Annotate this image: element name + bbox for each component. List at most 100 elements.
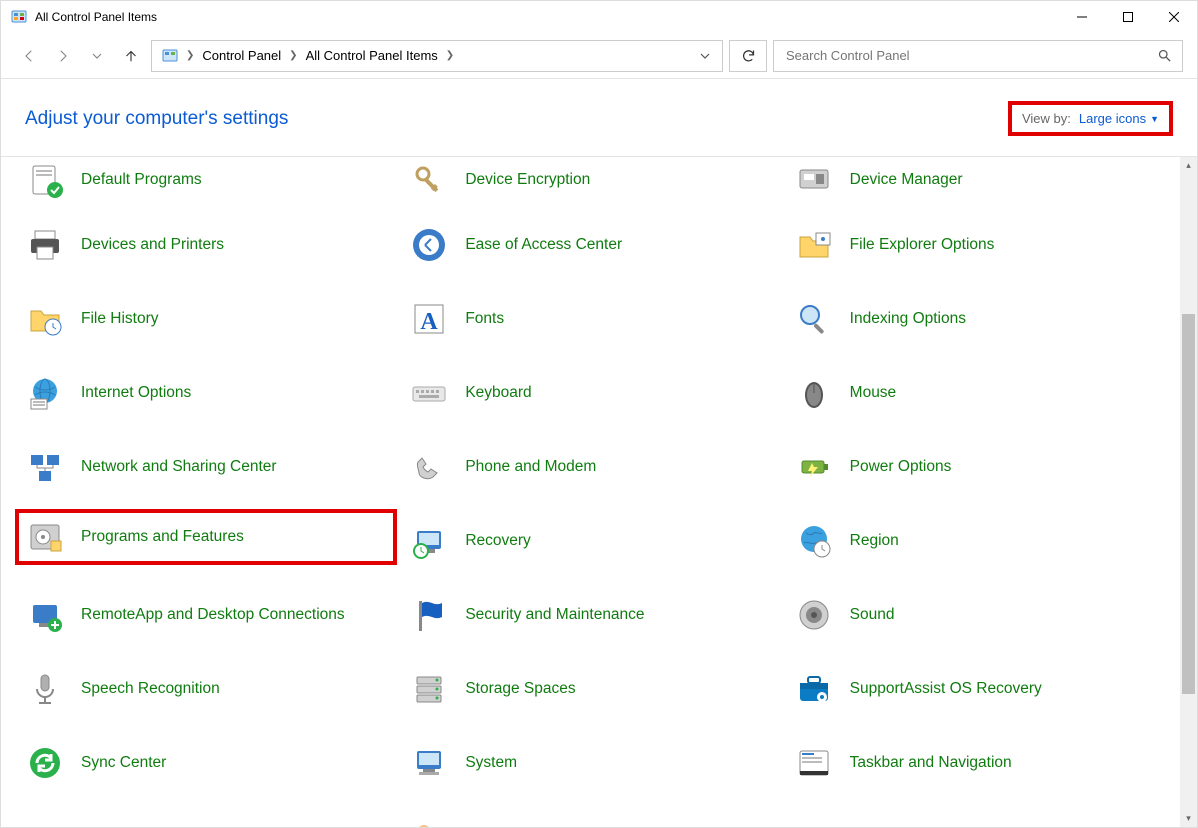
cp-item-label: System	[465, 753, 517, 772]
cp-item-ease-of-access[interactable]: Ease of Access Center	[403, 217, 777, 273]
cp-item-system[interactable]: System	[403, 735, 777, 791]
cp-item-label: Device Encryption	[465, 170, 590, 189]
recent-dropdown[interactable]	[83, 42, 111, 70]
scroll-down-button[interactable]: ▾	[1180, 810, 1197, 827]
close-button[interactable]	[1151, 2, 1197, 32]
cp-item-region[interactable]: Region	[788, 513, 1162, 569]
search-input[interactable]	[784, 47, 1157, 64]
cp-item-default-programs[interactable]: Default Programs	[19, 161, 393, 199]
cp-item-label: Ease of Access Center	[465, 235, 622, 254]
cp-item-taskbar-navigation[interactable]: Taskbar and Navigation	[788, 735, 1162, 791]
toolbar: ❯ Control Panel ❯ All Control Panel Item…	[1, 33, 1197, 79]
cp-item-label: File Explorer Options	[850, 235, 995, 254]
cp-item-remoteapp[interactable]: RemoteApp and Desktop Connections	[19, 587, 393, 643]
cp-item-label: Devices and Printers	[81, 235, 224, 254]
cp-item-programs-and-features[interactable]: Programs and Features	[15, 509, 397, 565]
cp-item-windows-defender-firewall[interactable]: Windows Defender Firewall	[788, 809, 1162, 827]
cp-item-fonts[interactable]: Fonts	[403, 291, 777, 347]
cp-item-keyboard[interactable]: Keyboard	[403, 365, 777, 421]
breadcrumb-label: All Control Panel Items	[306, 48, 438, 63]
remote-icon	[23, 593, 67, 637]
cp-item-file-history[interactable]: File History	[19, 291, 393, 347]
cp-item-security-maintenance[interactable]: Security and Maintenance	[403, 587, 777, 643]
breadcrumb-label: Control Panel	[202, 48, 281, 63]
breadcrumb-0[interactable]: Control Panel	[198, 42, 285, 70]
cp-item-recovery[interactable]: Recovery	[403, 513, 777, 569]
cp-item-device-encryption[interactable]: Device Encryption	[403, 161, 777, 199]
cp-item-label: Storage Spaces	[465, 679, 575, 698]
cp-item-label: Sound	[850, 605, 895, 624]
scroll-up-button[interactable]: ▴	[1180, 157, 1197, 174]
cp-item-label: File History	[81, 309, 159, 328]
view-by-value[interactable]: Large icons ▼	[1079, 111, 1159, 126]
cp-item-label: Taskbar and Navigation	[850, 753, 1012, 772]
cp-item-device-manager[interactable]: Device Manager	[788, 161, 1162, 199]
view-by-label: View by:	[1022, 111, 1071, 126]
sub-header: Adjust your computer's settings View by:…	[1, 79, 1197, 156]
cp-item-label: Internet Options	[81, 383, 191, 402]
window-controls	[1059, 2, 1197, 32]
cp-item-label: SupportAssist OS Recovery	[850, 679, 1042, 698]
search-icon[interactable]	[1157, 48, 1172, 63]
chevron-right-icon[interactable]: ❯	[289, 50, 297, 61]
cp-item-power-options[interactable]: Power Options	[788, 439, 1162, 495]
cp-item-label: Power Options	[850, 457, 952, 476]
cp-item-label: Recovery	[465, 531, 530, 550]
check-doc-icon	[23, 158, 67, 202]
cp-item-mouse[interactable]: Mouse	[788, 365, 1162, 421]
chevron-right-icon[interactable]: ❯	[446, 50, 454, 61]
cp-item-indexing-options[interactable]: Indexing Options	[788, 291, 1162, 347]
battery-icon	[792, 445, 836, 489]
magnifier-icon	[792, 297, 836, 341]
cp-item-sound[interactable]: Sound	[788, 587, 1162, 643]
folder-options-icon	[792, 223, 836, 267]
address-dropdown[interactable]	[694, 51, 716, 61]
address-icon	[158, 42, 182, 70]
cp-item-user-accounts[interactable]: User Accounts	[403, 809, 777, 827]
system-icon	[407, 741, 451, 785]
cp-item-devices-and-printers[interactable]: Devices and Printers	[19, 217, 393, 273]
cp-item-network-sharing[interactable]: Network and Sharing Center	[19, 439, 393, 495]
cp-item-file-explorer-options[interactable]: File Explorer Options	[788, 217, 1162, 273]
taskbar-icon	[792, 741, 836, 785]
scroll-thumb[interactable]	[1182, 314, 1195, 694]
chevron-right-icon[interactable]: ❯	[186, 50, 194, 61]
toolbox-icon	[792, 667, 836, 711]
speaker-icon	[792, 593, 836, 637]
refresh-button[interactable]	[729, 40, 767, 72]
firewall-icon	[792, 815, 836, 827]
cp-item-sync-center[interactable]: Sync Center	[19, 735, 393, 791]
minimize-button[interactable]	[1059, 2, 1105, 32]
content-area: Default Programs Device Encryption Device …	[1, 156, 1197, 827]
maximize-button[interactable]	[1105, 2, 1151, 32]
address-bar[interactable]: ❯ Control Panel ❯ All Control Panel Item…	[151, 40, 723, 72]
troubleshoot-icon	[23, 815, 67, 827]
cp-item-label: Keyboard	[465, 383, 531, 402]
cp-item-phone-modem[interactable]: Phone and Modem	[403, 439, 777, 495]
cp-item-label: Sync Center	[81, 753, 166, 772]
region-globe-icon	[792, 519, 836, 563]
mouse-icon	[792, 371, 836, 415]
window-title: All Control Panel Items	[35, 10, 157, 24]
back-button[interactable]	[15, 42, 43, 70]
cp-item-supportassist[interactable]: SupportAssist OS Recovery	[788, 661, 1162, 717]
view-by-control[interactable]: View by: Large icons ▼	[1008, 101, 1173, 136]
cp-item-speech-recognition[interactable]: Speech Recognition	[19, 661, 393, 717]
forward-button[interactable]	[49, 42, 77, 70]
ease-icon	[407, 223, 451, 267]
keyboard-icon	[407, 371, 451, 415]
up-button[interactable]	[117, 42, 145, 70]
cp-item-label: Programs and Features	[81, 527, 244, 546]
cp-item-internet-options[interactable]: Internet Options	[19, 365, 393, 421]
breadcrumb-1[interactable]: All Control Panel Items	[302, 42, 442, 70]
caret-down-icon: ▼	[1150, 114, 1159, 124]
cp-item-label: Phone and Modem	[465, 457, 596, 476]
cp-item-storage-spaces[interactable]: Storage Spaces	[403, 661, 777, 717]
cp-item-label: Network and Sharing Center	[81, 457, 277, 476]
cp-item-troubleshooting[interactable]: Troubleshooting	[19, 809, 393, 827]
scrollbar-vertical[interactable]: ▴ ▾	[1180, 157, 1197, 827]
programs-icon	[23, 515, 67, 559]
search-box[interactable]	[773, 40, 1183, 72]
phone-icon	[407, 445, 451, 489]
scroll-track[interactable]	[1180, 174, 1197, 810]
